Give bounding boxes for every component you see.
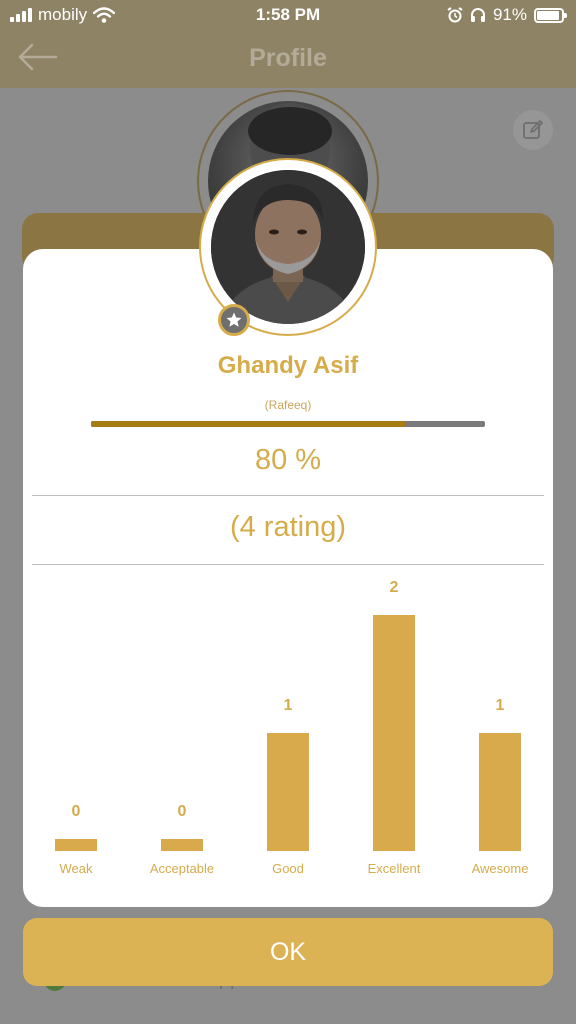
bar-label-acceptable: Acceptable xyxy=(149,861,215,876)
status-bar: mobily 1:58 PM 91% xyxy=(0,0,576,30)
bar-label-excellent: Excellent xyxy=(367,861,421,876)
bar-label-good: Good xyxy=(272,861,304,876)
profile-name: Ghandy Asif xyxy=(217,352,359,379)
bar-value-good: 1 xyxy=(283,697,293,714)
rating-percent: 80 % xyxy=(254,444,322,476)
divider xyxy=(32,495,544,496)
nav-bar: Profile xyxy=(0,30,576,88)
rating-progress-bar xyxy=(91,421,485,427)
bar-weak xyxy=(55,839,97,851)
bar-good xyxy=(267,733,309,851)
star-badge xyxy=(218,304,250,336)
bar-label-weak: Weak xyxy=(59,861,93,876)
battery-percent: 91% xyxy=(492,5,527,24)
rating-distribution-chart: 0 Weak 0 Acceptable 1 Good 2 Excellent 1 Awesome xyxy=(23,575,553,885)
battery-icon xyxy=(534,7,567,23)
avatar-photo xyxy=(211,170,365,324)
bar-value-weak: 0 xyxy=(71,803,81,820)
bar-awesome xyxy=(479,733,521,851)
edit-button[interactable] xyxy=(513,110,553,150)
star-icon xyxy=(226,312,242,327)
ok-button[interactable]: OK xyxy=(23,918,553,986)
bar-value-excellent: 2 xyxy=(389,579,399,596)
status-right: 91% xyxy=(447,5,567,25)
bar-value-acceptable: 0 xyxy=(177,803,187,820)
battery-level xyxy=(537,10,559,20)
page-title: Profile xyxy=(249,44,327,72)
rating-progress-fill xyxy=(91,421,407,427)
alarm-icon xyxy=(447,7,463,23)
rating-count: (4 rating) xyxy=(229,511,347,543)
avatar xyxy=(211,170,365,324)
bar-label-awesome: Awesome xyxy=(471,861,529,876)
bar-acceptable xyxy=(161,839,203,851)
divider xyxy=(32,564,544,565)
edit-icon xyxy=(523,120,543,139)
bar-excellent xyxy=(373,615,415,851)
headphones-icon xyxy=(470,8,485,22)
bar-value-awesome: 1 xyxy=(495,697,505,714)
profile-subtitle: (Rafeeq) xyxy=(264,398,312,412)
